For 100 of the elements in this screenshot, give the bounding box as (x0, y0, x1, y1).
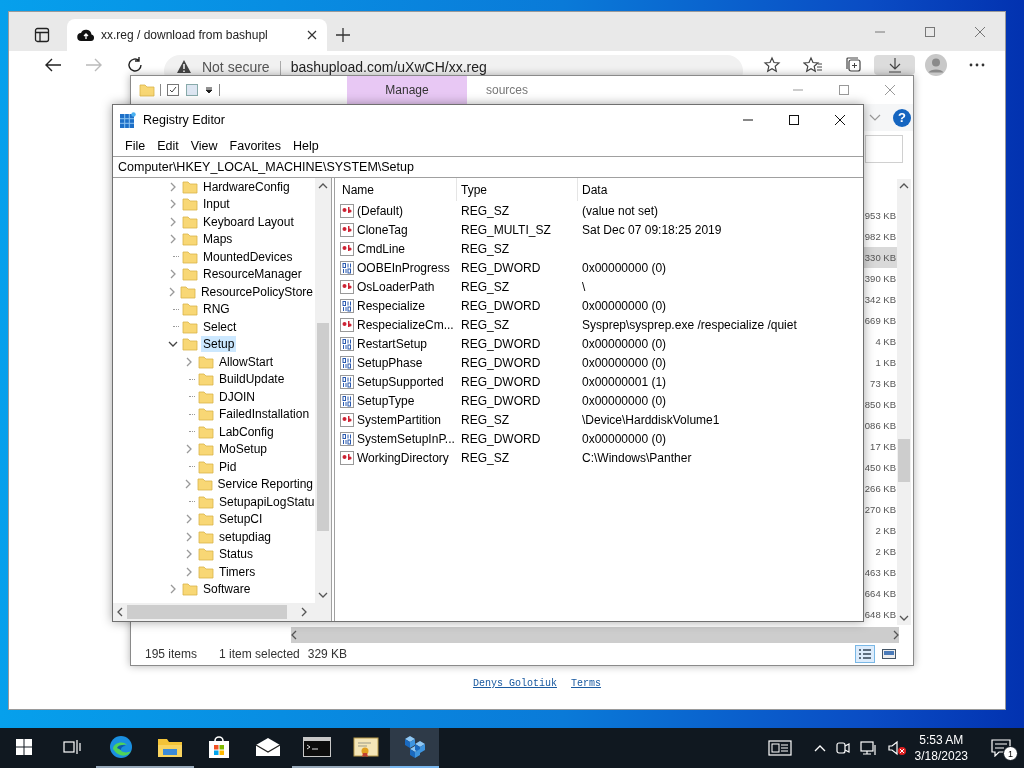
tree-item[interactable]: FailedInstallation (217, 406, 312, 423)
notification-icon[interactable] (991, 739, 1011, 757)
tree-item[interactable]: HardwareConfig (201, 178, 292, 195)
menu-item[interactable]: Help (287, 138, 325, 153)
tree-item[interactable]: Input (201, 196, 232, 213)
value-name[interactable]: SystemPartition (357, 412, 442, 427)
scroll-left-icon[interactable] (291, 630, 297, 640)
value-name[interactable]: OOBEInProgress (357, 260, 450, 275)
value-name[interactable]: RestartSetup (357, 336, 428, 351)
expand-ribbon-icon[interactable] (869, 113, 881, 122)
browser-tab[interactable]: xx.reg / download from bashupl (67, 19, 327, 51)
column-header[interactable]: Name (335, 178, 457, 201)
tree-item[interactable]: ResourceManager (201, 266, 304, 283)
menu-item[interactable]: Edit (151, 138, 185, 153)
scroll-right-icon[interactable] (301, 607, 307, 617)
volume-muted-icon[interactable] (887, 740, 906, 756)
search-field[interactable] (865, 135, 903, 163)
tree-item[interactable]: LabConfig (217, 423, 276, 440)
certificate-icon[interactable] (352, 736, 379, 758)
menu-item[interactable]: Favorites (223, 138, 287, 153)
avatar-icon[interactable] (923, 53, 948, 77)
file-size[interactable]: 648 KB (861, 604, 897, 625)
scrollbar-thumb[interactable] (317, 323, 329, 531)
value-name[interactable]: SystemSetupInP... (357, 431, 455, 446)
tree-item[interactable]: setupdiag (217, 528, 274, 545)
star-plus-icon[interactable] (762, 56, 781, 74)
file-size[interactable]: 953 KB (861, 205, 897, 226)
view-button[interactable] (855, 645, 875, 663)
value-name[interactable]: SetupType (357, 393, 415, 408)
new-tab-icon[interactable] (336, 28, 350, 42)
footer-link[interactable]: Terms (571, 678, 601, 689)
new-folder-icon[interactable] (185, 83, 199, 97)
file-size[interactable]: 4 KB (861, 331, 897, 352)
file-size[interactable]: 664 KB (861, 583, 897, 604)
file-size[interactable]: 086 KB (861, 415, 897, 436)
network-icon[interactable] (859, 740, 878, 756)
refresh-icon[interactable] (126, 56, 145, 74)
tree-item[interactable]: Setup (201, 336, 237, 353)
scroll-down-icon[interactable] (318, 592, 328, 598)
scroll-up-icon[interactable] (318, 183, 328, 189)
envelope-icon[interactable] (254, 737, 281, 757)
tree-item[interactable]: Software (201, 581, 253, 598)
browser-icon[interactable] (107, 734, 134, 760)
terminal-icon[interactable] (302, 737, 331, 757)
back-icon[interactable] (44, 57, 63, 73)
value-name[interactable]: CloneTag (357, 222, 408, 237)
file-size[interactable]: 982 KB (861, 226, 897, 247)
value-name[interactable]: SetupPhase (357, 355, 423, 370)
file-size[interactable]: 2 KB (861, 541, 897, 562)
taskbar-app-button[interactable] (390, 728, 439, 768)
tree-item[interactable]: DJOIN (217, 388, 257, 405)
scrollbar-thumb[interactable] (898, 439, 910, 482)
tree-item[interactable]: Keyboard Layout (201, 213, 296, 230)
clock[interactable]: 5:53 AM 3/18/2023 (914, 732, 968, 764)
scroll-up-icon[interactable] (899, 183, 909, 189)
meet-icon[interactable] (835, 740, 850, 756)
tree-item[interactable]: ResourcePolicyStore (198, 283, 315, 300)
value-name[interactable]: SetupSupported (357, 374, 444, 389)
tree-item[interactable]: Select (201, 318, 239, 335)
tree-item[interactable]: SetupCI (217, 511, 265, 528)
file-size[interactable]: 342 KB (861, 289, 897, 310)
file-size[interactable]: 463 KB (861, 562, 897, 583)
start-icon[interactable] (16, 739, 32, 755)
tree-item[interactable]: Service Reporting (215, 476, 315, 493)
toolbar-button[interactable] (874, 55, 916, 75)
scrollbar[interactable] (291, 627, 899, 643)
scrollbar-thumb[interactable] (127, 605, 287, 619)
close-icon[interactable] (834, 114, 846, 126)
value-name[interactable]: (Default) (357, 203, 403, 218)
news-icon[interactable] (767, 740, 792, 756)
menu-item[interactable]: File (119, 138, 152, 153)
help-button[interactable]: ? (893, 108, 911, 127)
tree-item[interactable]: RNG (201, 301, 232, 318)
collections-icon[interactable] (844, 56, 863, 74)
favorites-icon[interactable] (802, 56, 823, 74)
tree-item[interactable]: MoSetup (217, 441, 270, 458)
ribbon-tab[interactable]: Manage (347, 76, 467, 104)
tree-item[interactable]: SetupapiLogStatu (217, 493, 315, 510)
maximize-icon[interactable] (788, 114, 800, 126)
folder-icon[interactable] (156, 736, 183, 758)
scrollbar[interactable] (315, 178, 331, 603)
scrollbar[interactable] (897, 179, 911, 625)
value-name[interactable]: Respecialize (357, 298, 426, 313)
scrollbar[interactable] (113, 603, 331, 621)
value-name[interactable]: WorkingDirectory (357, 450, 449, 465)
footer-link[interactable]: Denys Golotiuk (473, 678, 557, 689)
file-size[interactable]: 669 KB (861, 310, 897, 331)
value-name[interactable]: RespecializeCm... (357, 317, 454, 332)
file-size[interactable]: 1 KB (861, 352, 897, 373)
tree-item[interactable]: Maps (201, 231, 235, 248)
file-size[interactable]: 266 KB (861, 478, 897, 499)
value-name[interactable]: CmdLine (357, 241, 406, 256)
tree-item[interactable]: Status (217, 546, 256, 563)
scroll-down-icon[interactable] (899, 615, 909, 621)
task-view-icon[interactable] (63, 739, 81, 755)
properties-icon[interactable] (166, 83, 180, 97)
tree-item[interactable]: AllowStart (217, 353, 276, 370)
close-tab-icon[interactable] (307, 30, 317, 40)
tree-item[interactable]: BuildUpdate (217, 371, 287, 388)
file-size[interactable]: 73 KB (861, 373, 897, 394)
